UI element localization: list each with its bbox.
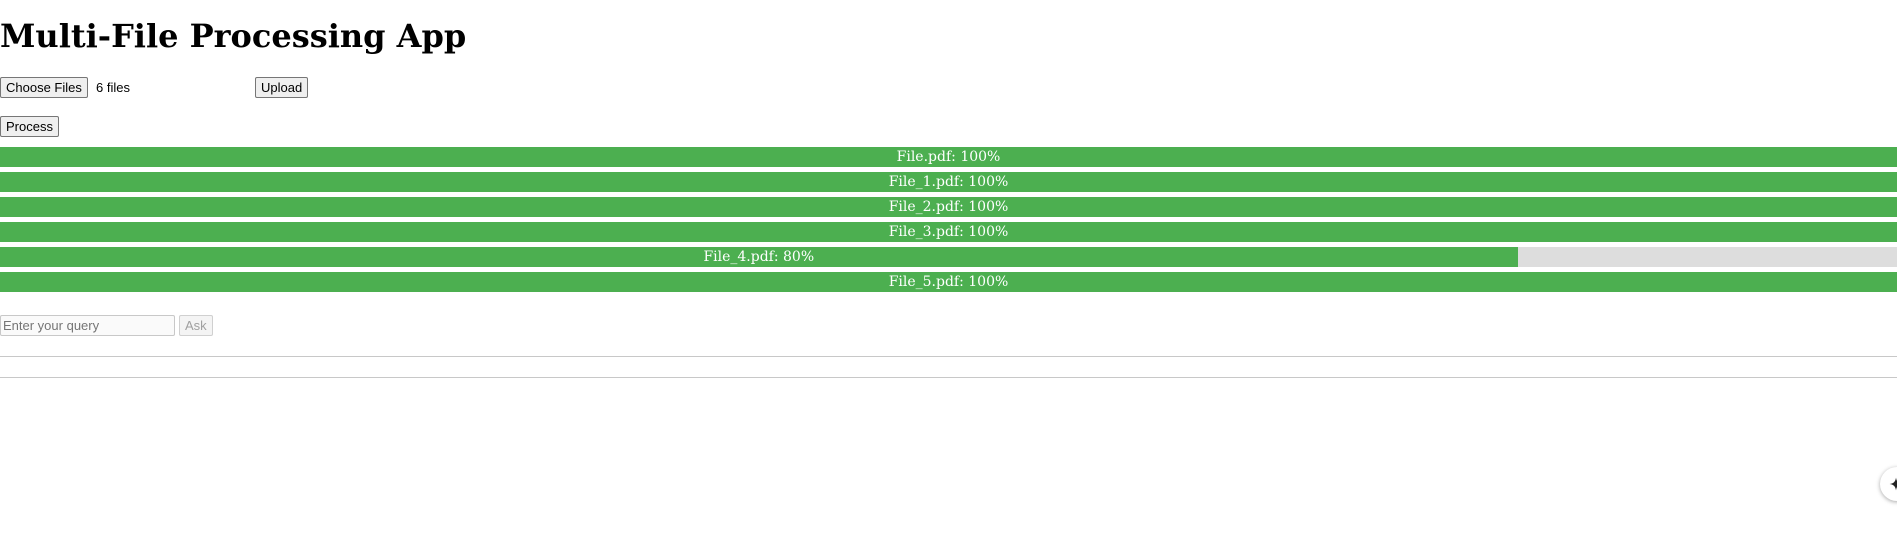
page-title: Multi-File Processing App [0, 17, 467, 55]
file-upload-row: Choose Files 6 files Upload [0, 77, 400, 98]
progress-bar: File_4.pdf: 80% [0, 247, 1897, 267]
progress-bar-label: File_3.pdf: 100% [888, 224, 1009, 240]
progress-bar-label: File_4.pdf: 80% [703, 249, 815, 265]
divider [0, 377, 1897, 378]
progress-bar-label: File.pdf: 100% [896, 149, 1001, 165]
progress-list: File.pdf: 100% File_1.pdf: 100% File_2.p… [0, 147, 1897, 297]
progress-bar-label: File_5.pdf: 100% [888, 274, 1009, 290]
choose-files-button[interactable]: Choose Files [0, 77, 88, 98]
selected-file-count: 6 files [96, 80, 130, 95]
progress-bar: File.pdf: 100% [0, 147, 1897, 167]
progress-bar-label: File_2.pdf: 100% [888, 199, 1009, 215]
ask-button[interactable]: Ask [179, 315, 213, 336]
progress-bar-label: File_1.pdf: 100% [888, 174, 1009, 190]
upload-button[interactable]: Upload [255, 77, 309, 98]
sparkle-icon [1889, 477, 1897, 491]
progress-bar: File_3.pdf: 100% [0, 222, 1897, 242]
assistant-button[interactable] [1880, 467, 1897, 501]
query-input[interactable] [0, 315, 175, 336]
process-button[interactable]: Process [0, 116, 59, 137]
divider [0, 356, 1897, 357]
progress-bar: File_5.pdf: 100% [0, 272, 1897, 292]
progress-bar: File_2.pdf: 100% [0, 197, 1897, 217]
progress-bar: File_1.pdf: 100% [0, 172, 1897, 192]
